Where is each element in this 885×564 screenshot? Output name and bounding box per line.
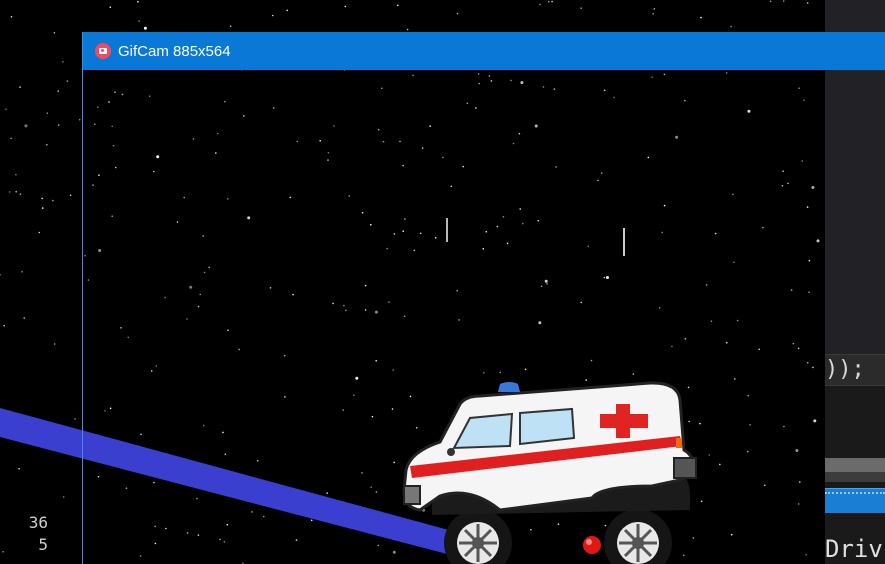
star xyxy=(286,9,289,12)
star xyxy=(24,124,28,128)
gifcam-window[interactable]: GifCam 885x564 xyxy=(82,32,885,564)
star xyxy=(53,343,56,345)
star xyxy=(57,90,59,92)
star xyxy=(137,0,139,3)
star xyxy=(700,16,702,19)
star xyxy=(769,0,772,3)
star xyxy=(74,418,76,420)
camera-icon xyxy=(95,43,111,59)
star xyxy=(138,20,140,22)
star xyxy=(41,207,44,209)
star xyxy=(344,5,347,8)
star xyxy=(62,61,64,63)
star xyxy=(57,124,60,126)
star xyxy=(580,7,582,9)
line-number-column: 36 5 xyxy=(18,512,48,556)
star xyxy=(21,271,23,273)
star xyxy=(782,0,785,2)
star xyxy=(143,26,147,30)
star xyxy=(229,25,232,28)
star xyxy=(15,190,17,193)
star xyxy=(806,2,809,4)
star xyxy=(539,3,541,6)
star xyxy=(46,144,48,146)
window-titlebar[interactable]: GifCam 885x564 xyxy=(83,32,885,70)
star xyxy=(19,193,22,195)
star xyxy=(62,496,65,498)
star xyxy=(78,118,81,121)
star xyxy=(46,112,49,114)
line-number: 36 xyxy=(28,513,48,532)
star xyxy=(271,14,274,17)
star xyxy=(53,32,56,34)
star xyxy=(15,173,17,176)
star xyxy=(19,86,21,88)
star xyxy=(23,317,26,319)
star xyxy=(41,197,43,200)
star xyxy=(52,199,54,202)
star xyxy=(406,28,409,31)
star xyxy=(5,108,7,111)
star xyxy=(66,80,69,82)
star xyxy=(2,551,4,553)
star xyxy=(38,231,41,234)
star xyxy=(18,468,20,470)
star xyxy=(69,194,72,197)
line-number: 5 xyxy=(38,535,48,554)
star xyxy=(652,13,654,15)
star xyxy=(3,324,5,327)
star xyxy=(10,15,13,18)
star xyxy=(551,0,553,3)
star xyxy=(730,25,732,28)
star xyxy=(8,191,11,193)
window-title: GifCam 885x564 xyxy=(118,42,231,60)
star xyxy=(548,0,550,3)
star xyxy=(109,6,112,8)
star xyxy=(653,8,656,10)
star xyxy=(10,137,12,140)
star xyxy=(397,4,399,7)
star xyxy=(456,12,459,15)
